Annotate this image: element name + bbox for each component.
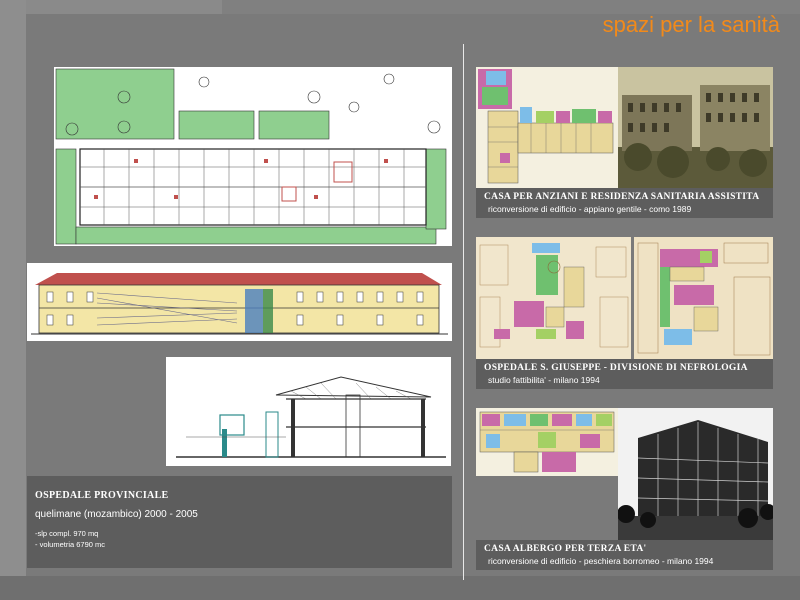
- section-drawing: [166, 357, 451, 466]
- photo-casa-anziani: [618, 67, 773, 188]
- bottom-bar: [0, 576, 800, 600]
- floor-plan-ospedale-san-giuseppe-1: [476, 237, 631, 359]
- project-title: CASA PER ANZIANI E RESIDENZA SANITARIA A…: [484, 192, 760, 202]
- floor-plan-casa-anziani: [476, 67, 618, 188]
- top-strip: [0, 0, 222, 14]
- page-title: spazi per la sanità: [602, 12, 780, 37]
- photo-casa-albergo: [618, 408, 773, 540]
- project-note-volumetria: - volumetria 6790 mc: [35, 540, 106, 549]
- column-divider: [463, 44, 464, 580]
- floor-plan-ospedale-san-giuseppe-2: [634, 237, 773, 359]
- project-subtitle: riconversione di edificio - appiano gent…: [488, 204, 692, 214]
- project-caption-ospedale-provinciale: OSPEDALE PROVINCIALE quelimane (mozambic…: [27, 476, 452, 568]
- project-subtitle: quelimane (mozambico) 2000 - 2005: [35, 509, 198, 520]
- left-margin-bar: [0, 0, 26, 576]
- project-note-slp: -slp compl. 970 mq: [35, 529, 99, 538]
- project-subtitle: riconversione di edificio - peschiera bo…: [488, 556, 714, 566]
- project-subtitle: studio fattibilita' - milano 1994: [488, 375, 600, 385]
- floor-plan-casa-albergo: [476, 408, 618, 476]
- project-title: OSPEDALE PROVINCIALE: [35, 490, 169, 501]
- project-caption-casa-albergo: CASA ALBERGO PER TERZA ETA' riconversion…: [476, 540, 773, 570]
- project-title: CASA ALBERGO PER TERZA ETA': [484, 544, 647, 554]
- site-plan-drawing: [54, 67, 452, 246]
- project-title: OSPEDALE S. GIUSEPPE - DIVISIONE DI NEFR…: [484, 363, 748, 373]
- project-caption-ospedale-san-giuseppe: OSPEDALE S. GIUSEPPE - DIVISIONE DI NEFR…: [476, 359, 773, 389]
- elevation-drawing: [27, 263, 452, 341]
- project-caption-casa-anziani: CASA PER ANZIANI E RESIDENZA SANITARIA A…: [476, 188, 773, 218]
